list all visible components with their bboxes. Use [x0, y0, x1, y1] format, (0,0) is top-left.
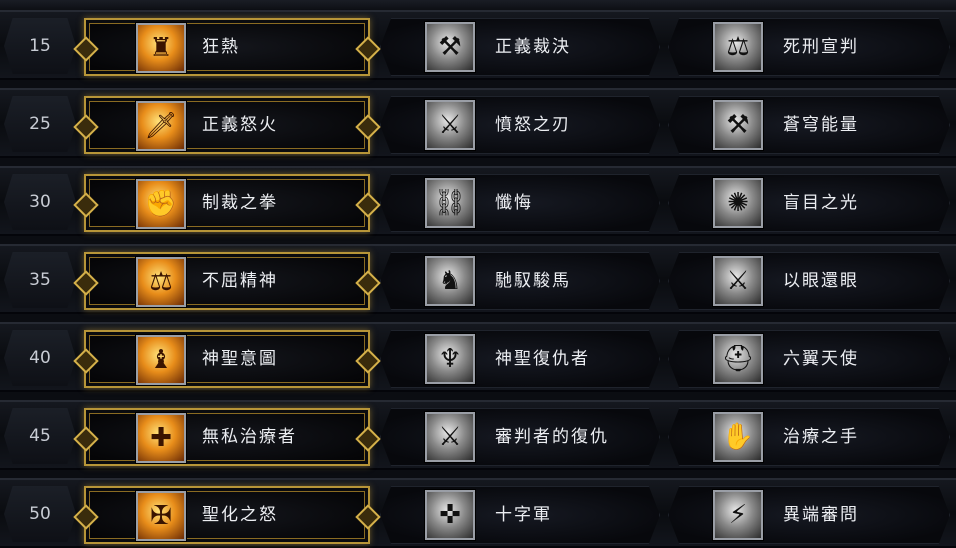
- talent-option-selected[interactable]: ♝ 神聖意圖: [84, 330, 370, 388]
- talent-name: 以眼還眼: [783, 271, 859, 291]
- level-number: 25: [29, 114, 51, 134]
- zeal-icon: ♜: [136, 23, 186, 73]
- blade-icon: ⚔: [425, 100, 475, 150]
- talent-row: 50 ✠ 聖化之怒 ✜ 十字軍 ⚡ 異端審問: [0, 478, 956, 548]
- talent-option-selected[interactable]: ✊ 制裁之拳: [84, 174, 370, 232]
- angel-wings-icon: ♆: [425, 334, 475, 384]
- talent-row: 40 ♝ 神聖意圖 ♆ 神聖復仇者 ⛑ 六翼天使: [0, 322, 956, 392]
- flaming-sword-icon: 🗡: [136, 101, 186, 151]
- level-number: 15: [29, 36, 51, 56]
- hammer-icon: ⚒: [713, 100, 763, 150]
- talent-option[interactable]: ⚒ 正義裁決: [380, 18, 660, 76]
- level-number: 45: [29, 426, 51, 446]
- talent-row: 35 ⚖ 不屈精神 ♞ 馳馭駿馬 ⚔ 以眼還眼: [0, 244, 956, 314]
- talent-name: 盲目之光: [783, 193, 859, 213]
- talent-name: 狂熱: [202, 37, 240, 57]
- level-badge: 25: [4, 96, 76, 152]
- level-number: 35: [29, 270, 51, 290]
- talent-option[interactable]: ♆ 神聖復仇者: [380, 330, 660, 388]
- level-badge: 45: [4, 408, 76, 464]
- level-badge: 30: [4, 174, 76, 230]
- talent-grid: 15 ♜ 狂熱 ⚒ 正義裁決 ⚖ 死刑宣判 25 🗡 正義怒火 ⚔ 憤怒之刃 ⚒ 蒼穹能量 30 ✊ 制裁之拳 ⛓…: [0, 0, 956, 548]
- talent-option[interactable]: ⚔ 憤怒之刃: [380, 96, 660, 154]
- talent-option[interactable]: ⚖ 死刑宣判: [668, 18, 950, 76]
- talent-name: 憤怒之刃: [495, 115, 571, 135]
- talent-option[interactable]: ⚔ 以眼還眼: [668, 252, 950, 310]
- talent-option-selected[interactable]: ♜ 狂熱: [84, 18, 370, 76]
- talent-name: 聖化之怒: [202, 505, 278, 525]
- inquisition-icon: ⚡: [713, 490, 763, 540]
- talent-option[interactable]: ✜ 十字軍: [380, 486, 660, 544]
- talent-name: 治療之手: [783, 427, 859, 447]
- level-badge: 35: [4, 252, 76, 308]
- talent-name: 神聖意圖: [202, 349, 278, 369]
- talent-name: 不屈精神: [202, 271, 278, 291]
- blinding-light-icon: ✺: [713, 178, 763, 228]
- level-number: 50: [29, 504, 51, 524]
- talent-name: 正義怒火: [202, 115, 278, 135]
- talent-option[interactable]: ✋ 治療之手: [668, 408, 950, 466]
- fist-icon: ✊: [136, 179, 186, 229]
- sword-icon: ⚔: [425, 412, 475, 462]
- talent-option[interactable]: ✺ 盲目之光: [668, 174, 950, 232]
- talent-option-selected[interactable]: ✠ 聖化之怒: [84, 486, 370, 544]
- talent-option[interactable]: ⚒ 蒼穹能量: [668, 96, 950, 154]
- scales-icon: ⚖: [136, 257, 186, 307]
- talent-name: 正義裁決: [495, 37, 571, 57]
- talent-name: 十字軍: [495, 505, 552, 525]
- talent-option[interactable]: ⛑ 六翼天使: [668, 330, 950, 388]
- crossed-swords-icon: ⚔: [713, 256, 763, 306]
- talent-option[interactable]: ⚔ 審判者的復仇: [380, 408, 660, 466]
- talent-name: 蒼穹能量: [783, 115, 859, 135]
- level-number: 30: [29, 192, 51, 212]
- talent-name: 審判者的復仇: [495, 427, 609, 447]
- talent-row: 15 ♜ 狂熱 ⚒ 正義裁決 ⚖ 死刑宣判: [0, 10, 956, 80]
- talent-name: 六翼天使: [783, 349, 859, 369]
- level-badge: 50: [4, 486, 76, 542]
- crusader-wings-icon: ✠: [136, 491, 186, 541]
- talent-name: 異端審問: [783, 505, 859, 525]
- talent-name: 無私治療者: [202, 427, 297, 447]
- level-badge: 40: [4, 330, 76, 386]
- talent-name: 死刑宣判: [783, 37, 859, 57]
- talent-option[interactable]: ♞ 馳馭駿馬: [380, 252, 660, 310]
- talent-row: 45 ✚ 無私治療者 ⚔ 審判者的復仇 ✋ 治療之手: [0, 400, 956, 470]
- execution-sentence-icon: ⚖: [713, 22, 763, 72]
- talent-row: 25 🗡 正義怒火 ⚔ 憤怒之刃 ⚒ 蒼穹能量: [0, 88, 956, 158]
- repentance-icon: ⛓: [425, 178, 475, 228]
- helm-icon: ⛑: [713, 334, 763, 384]
- talent-option-selected[interactable]: ✚ 無私治療者: [84, 408, 370, 466]
- level-badge: 15: [4, 18, 76, 74]
- talent-name: 懺悔: [495, 193, 533, 213]
- talent-option[interactable]: ⚡ 異端審問: [668, 486, 950, 544]
- talent-name: 神聖復仇者: [495, 349, 590, 369]
- level-number: 40: [29, 348, 51, 368]
- talent-name: 制裁之拳: [202, 193, 278, 213]
- talent-option-selected[interactable]: 🗡 正義怒火: [84, 96, 370, 154]
- horse-icon: ♞: [425, 256, 475, 306]
- healing-hand-icon: ✋: [713, 412, 763, 462]
- talent-option[interactable]: ⛓ 懺悔: [380, 174, 660, 232]
- crusader-icon: ✜: [425, 490, 475, 540]
- talent-name: 馳馭駿馬: [495, 271, 571, 291]
- judgment-icon: ⚒: [425, 22, 475, 72]
- talent-option-selected[interactable]: ⚖ 不屈精神: [84, 252, 370, 310]
- talent-row: 30 ✊ 制裁之拳 ⛓ 懺悔 ✺ 盲目之光: [0, 166, 956, 236]
- healer-icon: ✚: [136, 413, 186, 463]
- paladin-figure-icon: ♝: [136, 335, 186, 385]
